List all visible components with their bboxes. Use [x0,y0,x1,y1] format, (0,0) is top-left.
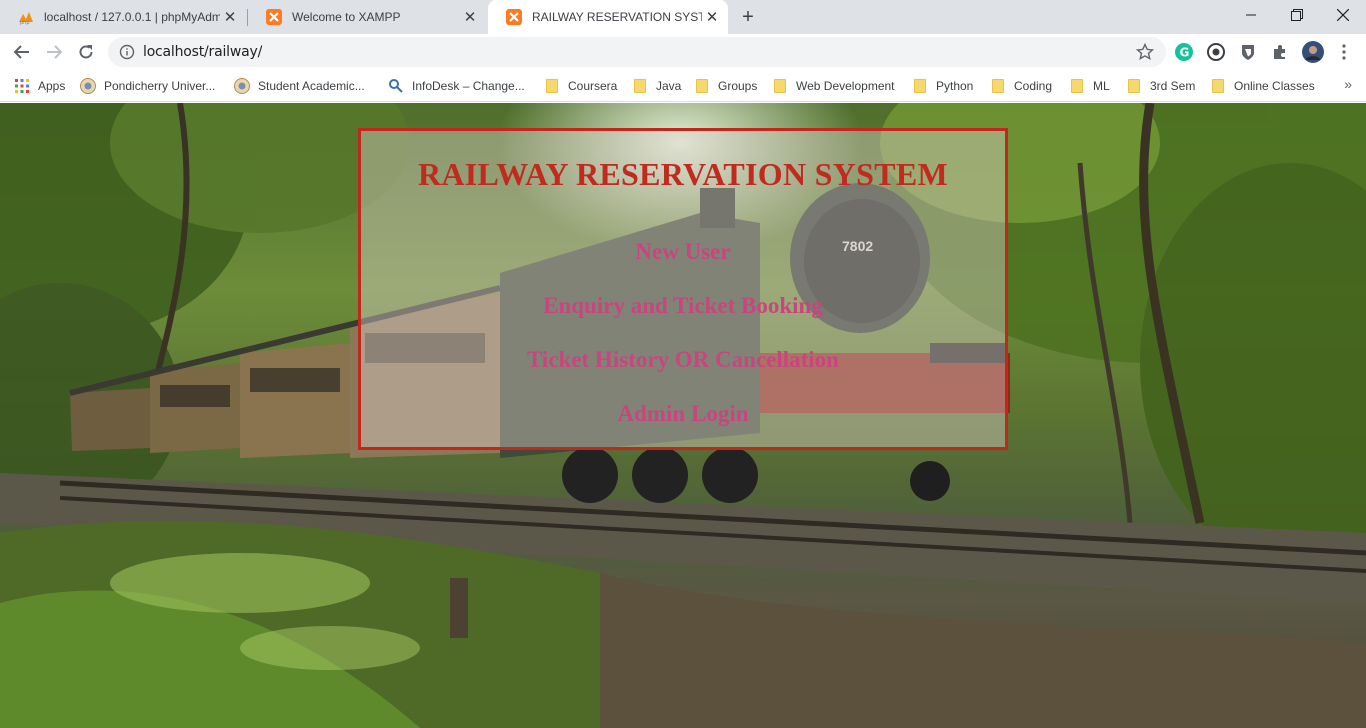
bookmark-student-academic[interactable]: Student Academic... [234,76,365,96]
folder-icon [632,78,648,94]
bookmark-label: Apps [38,79,66,93]
bookmark-label: Web Development [796,79,895,93]
tab-title: Welcome to XAMPP [292,10,401,24]
page-title: RAILWAY RESERVATION SYSTEM [417,156,949,192]
bookmark-label: InfoDesk – Change... [412,79,525,93]
apps-grid-icon [14,78,30,94]
extensions-puzzle-icon[interactable] [1270,42,1290,62]
bookmark-folder-coding[interactable]: Coding [990,76,1052,96]
folder-icon [1210,78,1226,94]
address-bar[interactable]: localhost/railway/ [108,37,1166,67]
browser-toolbar: localhost/railway/ G [0,34,1366,70]
restore-icon[interactable] [1274,0,1320,30]
folder-icon [1069,78,1085,94]
main-menu-panel: RAILWAY RESERVATION SYSTEM New User Enqu… [358,128,1008,450]
bookmark-folder-online-classes[interactable]: Online Classes [1210,76,1315,96]
grammarly-icon[interactable]: G [1174,42,1194,62]
forward-arrow-icon[interactable] [40,38,68,66]
bookmark-label: Online Classes [1234,79,1315,93]
minimize-icon[interactable] [1228,0,1274,30]
tab-phpmyadmin[interactable]: php localhost / 127.0.0.1 | phpMyAdmin ✕ [0,0,246,34]
bookmark-folder-3rd-sem[interactable]: 3rd Sem [1126,76,1195,96]
tab-xampp[interactable]: Welcome to XAMPP ✕ [248,0,486,34]
bookmark-label: Java [656,79,682,93]
folder-icon [694,78,710,94]
close-tab-icon[interactable]: ✕ [460,7,480,27]
privacy-badger-icon[interactable] [1238,42,1258,62]
enquiry-ticket-booking-link[interactable]: Enquiry and Ticket Booking [361,293,1005,319]
university-icon [80,78,96,94]
new-tab-button[interactable]: + [735,5,761,29]
bookmark-label: Groups [718,79,758,93]
url-text[interactable]: localhost/railway/ [143,44,262,60]
back-arrow-icon[interactable] [8,38,36,66]
university-icon [234,78,250,94]
xampp-icon [266,9,282,25]
bookmark-folder-web-development[interactable]: Web Development [772,76,895,96]
bookmark-folder-ml[interactable]: ML [1069,76,1110,96]
bookmark-label: Pondicherry Univer... [104,79,216,93]
bookmark-infodesk[interactable]: InfoDesk – Change... [388,76,525,96]
close-tab-icon[interactable]: ✕ [702,7,722,27]
bookmark-label: Coding [1014,79,1053,93]
tab-title: localhost / 127.0.0.1 | phpMyAdmin [44,10,220,24]
bookmark-folder-python[interactable]: Python [912,76,973,96]
bookmark-label: Student Academic... [258,79,365,93]
bookmark-label: Coursera [568,79,618,93]
bookmark-label: ML [1093,79,1110,93]
phpmyadmin-icon: php [18,9,34,25]
bookmark-label: Python [936,79,974,93]
bookmark-folder-coursera[interactable]: Coursera [544,76,617,96]
bookmark-label: 3rd Sem [1150,79,1196,93]
svg-text:G: G [1180,46,1190,60]
reload-icon[interactable] [72,38,100,66]
folder-icon [1126,78,1142,94]
more-bookmarks-chevron-icon[interactable]: » [1344,76,1352,92]
ticket-history-cancellation-link[interactable]: Ticket History OR Cancellation [361,347,1005,373]
bookmark-apps[interactable]: Apps [14,76,65,96]
infodesk-icon [388,78,404,94]
bookmark-pondicherry[interactable]: Pondicherry Univer... [80,76,215,96]
site-info-icon[interactable] [119,44,135,60]
tab-title: RAILWAY RESERVATION SYSTEM [532,10,702,24]
tab-railway[interactable]: RAILWAY RESERVATION SYSTEM ✕ [488,0,728,34]
xampp-icon [506,9,522,25]
new-user-link[interactable]: New User [361,239,1005,265]
folder-icon [912,78,928,94]
bookmarks-bar: Apps Pondicherry Univer... Student Acade… [0,70,1366,102]
page-content: 7802 RAILWAY RESERVATION SYSTEM New User… [0,103,1366,728]
profile-avatar[interactable] [1301,40,1325,64]
menu-kebab-icon[interactable] [1334,42,1354,62]
folder-icon [544,78,560,94]
bookmark-star-icon[interactable] [1135,42,1155,61]
tab-strip: php localhost / 127.0.0.1 | phpMyAdmin ✕… [0,0,1366,34]
folder-icon [772,78,788,94]
close-window-icon[interactable] [1320,0,1366,30]
folder-icon [990,78,1006,94]
close-tab-icon[interactable]: ✕ [220,7,240,27]
admin-login-link[interactable]: Admin Login [361,401,1005,427]
extension-shield-icon[interactable] [1206,42,1226,62]
bookmark-folder-groups[interactable]: Groups [694,76,757,96]
bookmark-folder-java[interactable]: Java [632,76,681,96]
svg-text:php: php [20,20,30,25]
